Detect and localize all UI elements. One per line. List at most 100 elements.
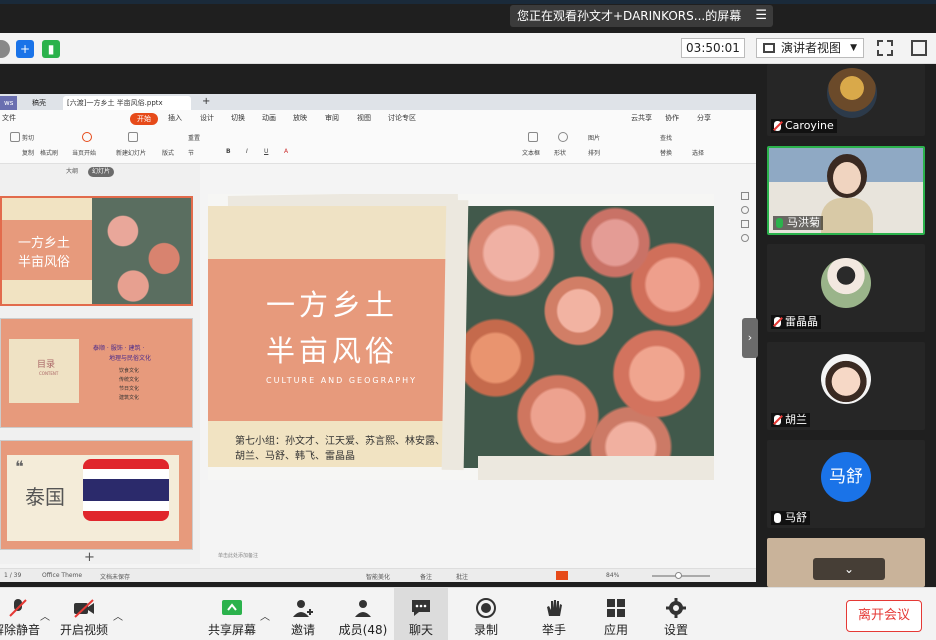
underline-icon[interactable]: U (264, 148, 268, 155)
ribbon-picture[interactable]: 图片 (588, 133, 600, 142)
wps-menu-row: 文件 开始 插入 设计 切换 动画 放映 审阅 视图 讨论专区 云共享 协作 分… (0, 110, 756, 128)
zoom-slider-knob[interactable] (675, 572, 682, 579)
participant-tile[interactable]: 胡兰 (767, 342, 925, 430)
play-icon[interactable] (556, 571, 568, 580)
slide-title-line2: 半亩风俗 (266, 334, 399, 368)
menu-icon[interactable]: ☰ (755, 5, 767, 27)
share-screen-button[interactable]: 共享屏幕 (206, 588, 258, 640)
participants-button[interactable]: 成员(48) (334, 588, 392, 640)
tab-slides[interactable]: 幻灯片 (88, 167, 115, 177)
screen-share-banner[interactable]: 您正在观看孙文才+DARINKORS...的屏幕 ☰ (510, 5, 773, 27)
menu-share[interactable]: 分享 (697, 113, 711, 123)
ribbon-copy[interactable]: 复制 (22, 148, 34, 157)
notes-toggle[interactable]: 备注 (420, 572, 432, 581)
menu-discussion[interactable]: 讨论专区 (388, 113, 416, 123)
apps-button[interactable]: 应用 (596, 588, 636, 640)
font-color-icon[interactable]: A (284, 148, 288, 155)
start-video-button[interactable]: 开启视频 (58, 588, 110, 640)
unmute-button[interactable]: 解除静音 (0, 588, 40, 640)
ribbon-textbox[interactable]: 文本框 (522, 148, 540, 157)
play-icon[interactable] (82, 132, 92, 142)
participant-tile[interactable]: 雷晶晶 (767, 244, 925, 332)
menu-view[interactable]: 视图 (357, 113, 371, 123)
current-slide[interactable]: 一方乡土 半亩风俗 CULTURE AND GEOGRAPHY 第七小组：孙文才… (208, 194, 714, 480)
menu-transition[interactable]: 切换 (231, 113, 245, 123)
cut-icon[interactable] (10, 132, 20, 142)
participant-tile[interactable]: 马洪菊 (767, 146, 925, 235)
backup-status[interactable]: 文档未保存 (100, 572, 130, 581)
mic-muted-icon (774, 317, 781, 327)
menu-animation[interactable]: 动画 (262, 113, 276, 123)
ribbon-reset[interactable]: 重置 (188, 133, 200, 142)
side-tool-icon[interactable] (741, 192, 749, 200)
menu-collab[interactable]: 协作 (665, 113, 679, 123)
ribbon-cut[interactable]: 剪切 (22, 133, 34, 142)
mic-muted-icon (774, 121, 781, 131)
ribbon-layout[interactable]: 版式 (162, 148, 174, 157)
thumb2-item: 节日文化 (119, 386, 140, 392)
collapse-gallery-button[interactable]: › (742, 318, 758, 358)
ribbon-from-current[interactable]: 当页开始 (72, 148, 96, 157)
signal-icon[interactable]: ▮ (42, 40, 60, 58)
ribbon-section[interactable]: 节 (188, 148, 194, 157)
side-tool-icon[interactable] (741, 206, 749, 214)
chevron-up-icon[interactable]: ︿ (260, 608, 270, 623)
new-tab-icon[interactable]: + (198, 96, 214, 110)
chat-button[interactable]: 聊天 (394, 588, 448, 640)
participant-tile[interactable]: 马舒 马舒 (767, 440, 925, 528)
menu-slideshow[interactable]: 放映 (293, 113, 307, 123)
layout-icon[interactable] (911, 40, 927, 56)
chevron-down-icon[interactable]: ⌄ (813, 558, 885, 580)
leave-meeting-button[interactable]: 离开会议 (846, 600, 922, 632)
ribbon-arrange[interactable]: 排列 (588, 148, 600, 157)
ribbon-replace[interactable]: 替换 (660, 148, 672, 157)
chevron-up-icon[interactable]: ︿ (113, 608, 123, 623)
theme-name: Office Theme (42, 572, 83, 579)
textbox-icon[interactable] (528, 132, 538, 142)
menu-start[interactable]: 开始 (130, 113, 158, 125)
view-mode-icon (763, 43, 775, 53)
slide-thumbnail-1[interactable]: 一方乡土 半亩风俗 (0, 196, 193, 306)
chevron-up-icon[interactable]: ︿ (40, 608, 50, 623)
smart-beautify[interactable]: 智能美化 (366, 572, 390, 581)
participant-tile[interactable]: Caroyine (767, 64, 925, 136)
settings-button[interactable]: 设置 (656, 588, 696, 640)
tab-home[interactable]: ws (0, 96, 18, 110)
tab-current-file[interactable]: [六渡]一方乡土 半亩风俗.pptx (63, 96, 191, 110)
bold-icon[interactable]: B (226, 148, 231, 155)
shape-icon[interactable] (558, 132, 568, 142)
ribbon-new-slide[interactable]: 新建幻灯片 (116, 148, 146, 157)
side-tool-icon[interactable] (741, 234, 749, 242)
record-button[interactable]: 录制 (466, 588, 506, 640)
torn-paper-bottom (478, 456, 714, 480)
menu-review[interactable]: 审阅 (325, 113, 339, 123)
menu-design[interactable]: 设计 (200, 113, 214, 123)
slide-members: 第七小组：孙文才、江天爱、苏言熙、林安露、胡兰、马舒、韩飞、雷晶晶 (235, 436, 445, 462)
ribbon-shape[interactable]: 形状 (554, 148, 566, 157)
slide-thumbnail-3[interactable]: ❝ 泰国 (0, 440, 193, 550)
view-mode-dropdown[interactable]: 演讲者视图 ▼ (756, 38, 864, 58)
thumb1-title1: 一方乡土 (18, 236, 71, 251)
comment-toggle[interactable]: 批注 (456, 572, 468, 581)
fullscreen-icon[interactable] (877, 40, 893, 56)
notes-hint[interactable]: 单击此处添加备注 (218, 552, 258, 559)
tab-outline[interactable]: 大纲 (62, 167, 82, 177)
new-slide-icon[interactable] (128, 132, 138, 142)
ribbon-format-painter[interactable]: 格式刷 (40, 148, 58, 157)
ribbon-find[interactable]: 查找 (660, 133, 672, 142)
side-tool-icon[interactable] (741, 220, 749, 228)
tab-docer[interactable]: 稿壳 (28, 96, 50, 110)
add-slide-icon[interactable]: + (84, 550, 95, 565)
menu-insert[interactable]: 插入 (168, 113, 182, 123)
menu-file[interactable]: 文件 (2, 113, 16, 123)
menu-cloud-share[interactable]: 云共享 (631, 113, 652, 123)
italic-icon[interactable]: I (246, 148, 248, 155)
participant-tile[interactable]: ⌄ (767, 538, 925, 587)
raise-hand-button[interactable]: 举手 (534, 588, 574, 640)
invite-button[interactable]: 邀请 (284, 588, 322, 640)
ribbon-select[interactable]: 选择 (692, 148, 704, 157)
network-icon[interactable] (0, 40, 10, 58)
shield-icon[interactable]: + (16, 40, 34, 58)
slide-thumbnail-2[interactable]: 目录 CONTENT 泰顺 · 服饰 · 建筑 · 地理与民俗文化 饮食文化 传… (0, 318, 193, 428)
meeting-toolbar: + ▮ 03:50:01 演讲者视图 ▼ (0, 33, 936, 64)
